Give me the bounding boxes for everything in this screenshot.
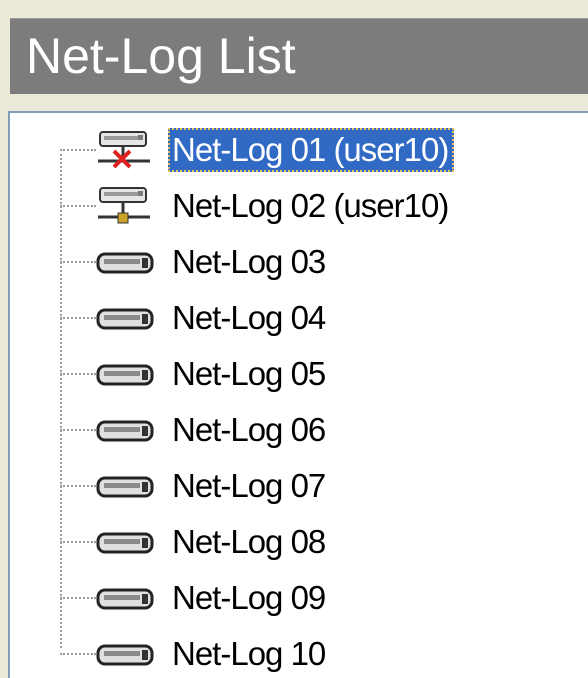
server-connected-icon <box>98 187 150 224</box>
tree-branch-line <box>60 205 96 207</box>
tree-item-label: Net-Log 02 (user10) <box>172 187 449 224</box>
tree-item-label: Net-Log 07 <box>172 467 326 504</box>
tree-branch-line <box>60 597 96 599</box>
tree-item-label: Net-Log 10 <box>172 635 326 672</box>
server-disconnected-icon <box>98 131 150 169</box>
drive-icon <box>96 420 154 442</box>
drive-icon <box>96 588 154 610</box>
drive-icon <box>96 252 154 274</box>
tree-item-label: Net-Log 05 <box>172 355 326 392</box>
title-bar: Net-Log List <box>10 18 588 94</box>
tree-branch-line <box>60 485 96 487</box>
tree-item-label: Net-Log 08 <box>172 523 326 560</box>
tree-item-net-log-10[interactable]: Net-Log 10 <box>10 629 580 678</box>
tree-branch-line <box>60 261 96 263</box>
tree-item-net-log-03[interactable]: Net-Log 03 <box>10 237 580 287</box>
tree-item-net-log-08[interactable]: Net-Log 08 <box>10 517 580 567</box>
tree-item-net-log-04[interactable]: Net-Log 04 <box>10 293 580 343</box>
page-title: Net-Log List <box>26 28 296 84</box>
tree-branch-line <box>60 653 96 655</box>
drive-icon <box>96 532 154 554</box>
tree-item-label: Net-Log 04 <box>172 299 326 336</box>
net-log-tree[interactable]: Net-Log 01 (user10) Net-Log 02 (user10) <box>8 111 588 678</box>
drive-icon <box>96 364 154 386</box>
tree-item-label: Net-Log 09 <box>172 579 326 616</box>
drive-icon <box>96 476 154 498</box>
tree-item-net-log-05[interactable]: Net-Log 05 <box>10 349 580 399</box>
tree-item-net-log-02[interactable]: Net-Log 02 (user10) <box>10 181 580 231</box>
tree-item-net-log-01[interactable]: Net-Log 01 (user10) <box>10 125 580 175</box>
tree-branch-line <box>60 429 96 431</box>
tree-item-label: Net-Log 01 (user10) <box>168 128 455 172</box>
tree-branch-line <box>60 149 96 151</box>
tree-item-net-log-06[interactable]: Net-Log 06 <box>10 405 580 455</box>
tree-item-label: Net-Log 03 <box>172 243 326 280</box>
drive-icon <box>96 308 154 330</box>
tree-item-net-log-09[interactable]: Net-Log 09 <box>10 573 580 623</box>
net-log-window: Net-Log List Net-Log 01 (user10) Net-Log… <box>0 0 588 678</box>
tree-item-net-log-07[interactable]: Net-Log 07 <box>10 461 580 511</box>
tree-item-label: Net-Log 06 <box>172 411 326 448</box>
drive-icon <box>96 644 154 666</box>
tree-branch-line <box>60 373 96 375</box>
tree-branch-line <box>60 541 96 543</box>
tree-branch-line <box>60 317 96 319</box>
